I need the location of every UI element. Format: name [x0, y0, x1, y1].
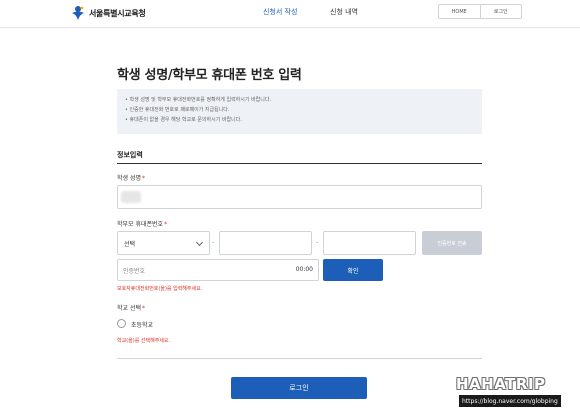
required-mark: * — [164, 221, 168, 228]
notice-item: 학생 성명 및 학부모 휴대전화번호를 정확하게 입력하시기 바랍니다. — [125, 95, 474, 105]
nav-application-write[interactable]: 신청서 작성 — [263, 7, 297, 17]
watermark-title: HAHATRIP — [456, 375, 546, 393]
top-button-group: HOME 로그인 — [438, 4, 522, 19]
phone-prefix-value: 선택 — [124, 241, 136, 248]
phone-error-message: 보호자휴대전화번호(을)를 입력해주세요. — [117, 286, 203, 292]
confirm-button[interactable]: 확인 — [323, 259, 383, 281]
top-header: 서울특별시교육청 신청서 작성 신청 내역 HOME 로그인 — [0, 0, 580, 28]
phone-dash: - — [316, 239, 319, 246]
watermark-url: https://blog.naver.com/globping — [459, 395, 561, 407]
login-button[interactable]: 로그인 — [231, 377, 367, 399]
section-divider — [117, 163, 482, 164]
elementary-school-radio[interactable] — [117, 319, 126, 328]
auth-timer: 00:00 — [295, 266, 313, 273]
blurred-name-value — [121, 191, 141, 203]
parent-phone-label: 학부모 휴대폰번호* — [117, 219, 167, 228]
page-title: 학생 성명/학부모 휴대폰 번호 입력 — [117, 68, 302, 83]
chevron-down-icon — [195, 238, 204, 247]
phone-last-input[interactable] — [323, 231, 416, 255]
required-mark: * — [142, 305, 145, 312]
phone-dash: - — [212, 239, 215, 246]
header-login-button[interactable]: 로그인 — [479, 5, 522, 18]
student-name-input[interactable] — [117, 185, 482, 209]
notice-box: 학생 성명 및 학부모 휴대전화번호를 정확하게 입력하시기 바랍니다. 인증한… — [117, 89, 482, 134]
notice-item: 휴대폰이 없을 경우 해당 학교로 문의하시기 바랍니다. — [125, 115, 474, 125]
form-divider — [117, 358, 482, 359]
school-error-message: 학교(을)를 선택해주세요. — [117, 338, 171, 344]
school-select-label-text: 학교 선택 — [117, 305, 141, 312]
elementary-school-label[interactable]: 초등학교 — [131, 320, 153, 329]
nav-application-history[interactable]: 신청 내역 — [330, 7, 358, 17]
home-button[interactable]: HOME — [439, 5, 480, 18]
auth-code-input[interactable]: 인증번호 00:00 — [117, 259, 319, 281]
student-name-label-text: 학생 성명 — [117, 175, 141, 182]
phone-prefix-select[interactable]: 선택 — [117, 231, 210, 255]
student-name-label: 학생 성명* — [117, 173, 145, 182]
parent-phone-label-text: 학부모 휴대폰번호 — [117, 221, 164, 228]
logo-text: 서울특별시교육청 — [89, 8, 146, 18]
phone-middle-input[interactable] — [219, 231, 312, 255]
send-auth-code-button[interactable]: 인증번호 전송 — [422, 231, 482, 255]
logo[interactable]: 서울특별시교육청 — [70, 4, 146, 22]
school-select-label: 학교 선택* — [117, 303, 145, 312]
seoul-education-logo-icon — [72, 6, 84, 20]
section-title: 정보입력 — [117, 151, 143, 159]
auth-code-placeholder: 인증번호 — [123, 268, 146, 275]
required-mark: * — [142, 175, 145, 182]
notice-item: 인증한 휴대전화 번호로 패로페이가 지급됩니다. — [125, 105, 474, 115]
